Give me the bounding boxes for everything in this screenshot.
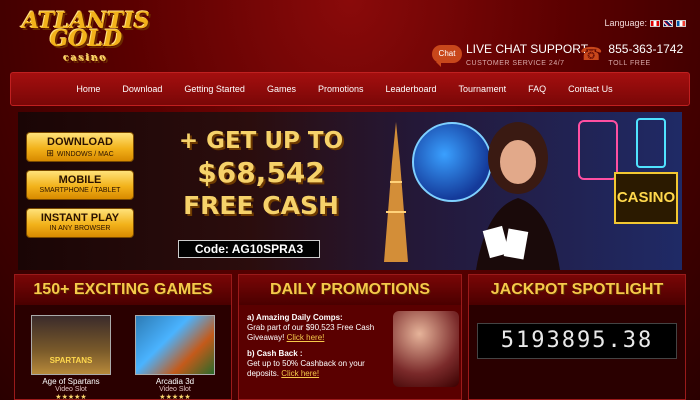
chat-subtitle: CUSTOMER SERVICE 24/7 [466,60,565,67]
game-card[interactable]: Arcadia 3d Video Slot ★★★★★ [135,315,215,400]
nav-home[interactable]: Home [76,84,111,94]
instant-play-button[interactable]: INSTANT PLAY IN ANY BROWSER [26,208,134,238]
nav-promotions[interactable]: Promotions [307,84,375,94]
phone-number: 855-363-1742 [608,42,684,56]
download-button-sub: ⊞ WINDOWS / MAC [27,148,133,160]
france-flag-icon[interactable] [676,19,686,27]
game-thumbnail-label: SPARTANS [49,356,93,365]
game-card[interactable]: SPARTANS Age of Spartans Video Slot ★★★★… [31,315,111,400]
game-rating-stars: ★★★★★ [159,394,191,400]
nav-contact-us[interactable]: Contact Us [557,84,624,94]
promo-headline-amount: $68,542 [197,156,325,189]
phone-subtitle: TOLL FREE [608,60,651,67]
promotion-item: a) Amazing Daily Comps: Grab part of our… [247,313,393,343]
mobile-button[interactable]: MOBILE SMARTPHONE / TABLET [26,170,134,200]
language-label: Language: [604,18,647,28]
jackpot-panel-title: JACKPOT SPOTLIGHT [469,275,685,305]
promotion-heading: a) Amazing Daily Comps: [247,313,343,322]
promotions-list: a) Amazing Daily Comps: Grab part of our… [247,313,393,385]
jackpot-amount: 5193895.38 [477,323,677,359]
header: ATLANTIS GOLD casino Language: Chat LIVE… [0,0,700,70]
promotions-panel-title: DAILY PROMOTIONS [239,275,461,305]
nav-leaderboard[interactable]: Leaderboard [375,84,448,94]
game-rating-stars: ★★★★★ [55,394,87,400]
instant-play-button-sub: IN ANY BROWSER [49,225,111,232]
game-thumbnail[interactable]: SPARTANS [31,315,111,375]
language-selector: Language: [604,18,686,28]
promotion-item: b) Cash Back : Get up to 50% Cashback on… [247,349,393,379]
promotion-link[interactable]: Click here! [287,333,325,342]
casino-sign-graphic: CASINO [614,172,678,224]
windows-icon: ⊞ [46,148,54,158]
download-button-sub-text: WINDOWS / MAC [56,151,114,158]
game-type: Video Slot [55,386,87,393]
neon-sign-graphic [578,120,618,180]
promotions-panel: DAILY PROMOTIONS a) Amazing Daily Comps:… [238,274,462,400]
game-name[interactable]: Arcadia 3d [135,377,215,386]
game-name[interactable]: Age of Spartans [31,377,111,386]
mobile-button-label: MOBILE [58,174,102,186]
promo-headline-line3: FREE CASH [183,191,339,220]
download-button[interactable]: DOWNLOAD ⊞ WINDOWS / MAC [26,132,134,162]
hero-banner[interactable]: DOWNLOAD ⊞ WINDOWS / MAC MOBILE SMARTPHON… [18,112,682,270]
casino-logo[interactable]: ATLANTIS GOLD casino [16,10,156,68]
chat-title: LIVE CHAT SUPPORT [466,42,589,56]
promo-headline-line1: + GET UP TO [178,128,344,154]
model-photo [476,122,560,270]
nav-getting-started[interactable]: Getting Started [173,84,256,94]
games-panel-title: 150+ EXCITING GAMES [15,275,231,305]
neon-sign-graphic-2 [636,118,666,168]
nav-games[interactable]: Games [256,84,307,94]
mobile-button-sub: SMARTPHONE / TABLET [39,187,121,194]
game-thumbnail[interactable] [135,315,215,375]
live-chat-link[interactable]: Chat LIVE CHAT SUPPORT CUSTOMER SERVICE … [432,40,588,67]
games-panel: 150+ EXCITING GAMES SPARTANS Age of Spar… [14,274,232,400]
main-nav: Home Download Getting Started Games Prom… [10,72,690,106]
uk-flag-icon[interactable] [663,19,673,27]
nav-download[interactable]: Download [111,84,173,94]
promotion-link[interactable]: Click here! [281,369,319,378]
jackpot-panel: JACKPOT SPOTLIGHT 5193895.38 [468,274,686,400]
promotion-heading: b) Cash Back : [247,349,303,358]
game-type: Video Slot [159,386,191,393]
nav-tournament[interactable]: Tournament [448,84,518,94]
instant-play-button-label: INSTANT PLAY [40,212,120,224]
phone-contact[interactable]: ☎ 855-363-1742 TOLL FREE [580,40,683,67]
eiffel-tower-graphic [384,122,408,262]
logo-text: ATLANTIS GOLD casino [16,10,156,68]
promotion-image [393,311,459,387]
chat-bubble-icon: Chat [432,44,462,67]
promo-headline: + GET UP TO $68,542 FREE CASH [146,126,376,222]
phone-icon: ☎ [580,43,603,64]
nav-faq[interactable]: FAQ [517,84,557,94]
logo-subtitle: casino [63,54,109,64]
download-button-label: DOWNLOAD [47,136,113,148]
promo-code: Code: AG10SPRA3 [178,240,320,258]
canada-flag-icon[interactable] [650,19,660,27]
